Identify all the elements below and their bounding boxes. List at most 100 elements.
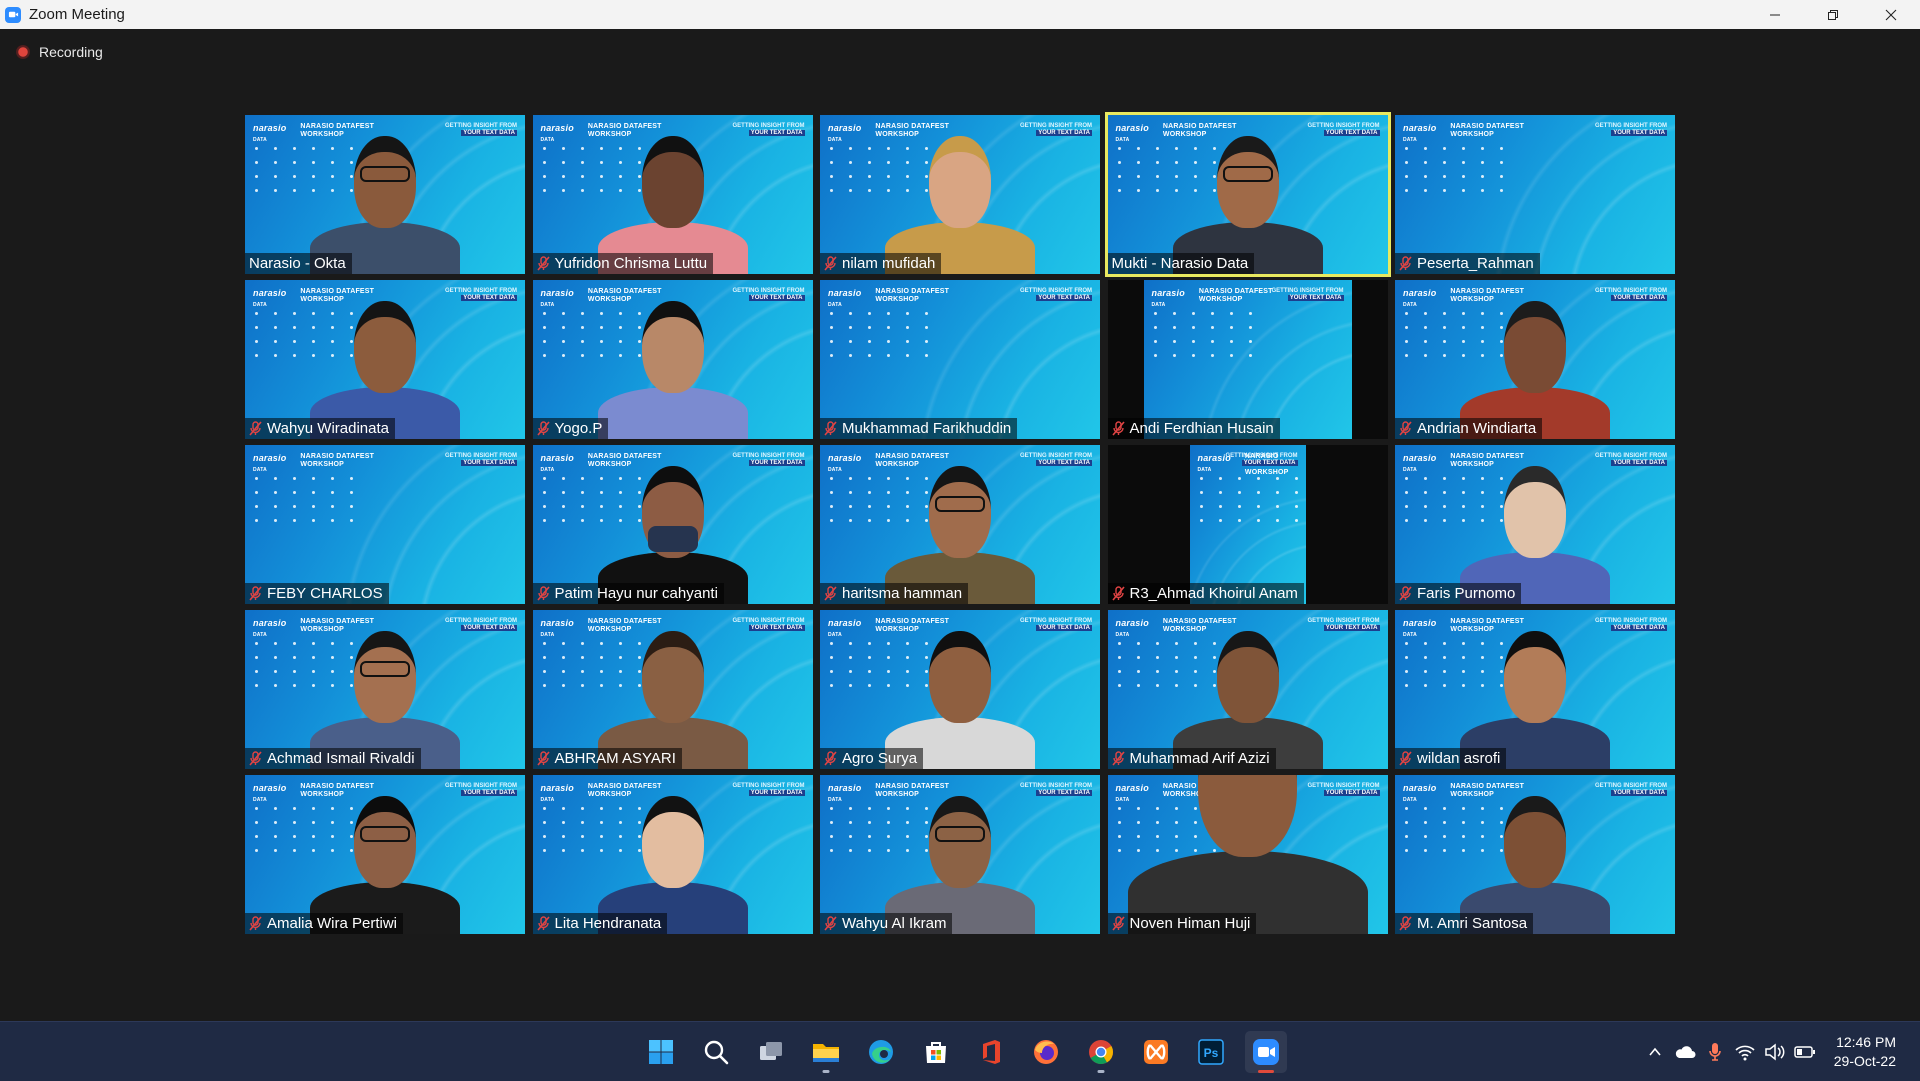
participant-tile[interactable]: narasioDATANARASIO DATAFESTWORKSHOPGETTI… <box>1395 610 1675 769</box>
event-tagline: GETTING INSIGHT FROM YOUR TEXT DATA <box>1225 453 1298 466</box>
xampp-button[interactable] <box>1135 1031 1177 1073</box>
muted-mic-icon <box>1111 751 1125 766</box>
virtual-background: narasioDATA NARASIO DATAFESTWORKSHOP GETTI… <box>245 445 525 604</box>
participant-tile[interactable]: narasioDATANARASIO DATAFESTWORKSHOPGETTI… <box>532 445 813 604</box>
file-explorer-button[interactable] <box>805 1031 847 1073</box>
participant-tile[interactable]: narasioDATANARASIO DATAFESTWORKSHOPGETTI… <box>820 610 1100 769</box>
microphone-button[interactable] <box>1700 1037 1730 1067</box>
narasio-logo: narasio DATA <box>253 123 287 143</box>
window-title: Zoom Meeting <box>29 6 125 23</box>
participant-tile[interactable]: narasioDATANARASIO DATAFESTWORKSHOPGETTI… <box>1395 445 1675 604</box>
participant-tile[interactable]: narasioDATANARASIO DATAFESTWORKSHOPGETTI… <box>1107 280 1388 439</box>
narasio-logo: narasio DATA <box>1151 288 1185 308</box>
restore-button[interactable] <box>1804 0 1862 29</box>
narasio-logo: narasio DATA <box>540 123 574 143</box>
recording-indicator[interactable]: Recording <box>16 44 103 60</box>
participant-tile[interactable]: narasioDATANARASIO DATAFESTWORKSHOPGETTI… <box>245 610 525 769</box>
event-tagline: GETTING INSIGHT FROM YOUR TEXT DATA <box>445 453 517 466</box>
search-button[interactable] <box>695 1031 737 1073</box>
event-title: NARASIO DATAFESTWORKSHOP <box>1450 123 1525 138</box>
narasio-logo: narasio DATA <box>1115 123 1149 143</box>
participant-tile[interactable]: narasioDATANARASIO DATAFESTWORKSHOPGETTI… <box>1104 112 1391 277</box>
photoshop-button[interactable]: Ps <box>1190 1031 1232 1073</box>
participant-tile[interactable]: narasioDATANARASIO DATAFESTWORKSHOPGETTI… <box>1107 775 1388 934</box>
participant-tile[interactable]: narasioDATANARASIO DATAFESTWORKSHOPGETTI… <box>245 115 525 274</box>
participant-tile[interactable]: narasioDATANARASIO DATAFESTWORKSHOP GETTI… <box>245 445 525 604</box>
muted-mic-icon <box>824 586 837 601</box>
close-button[interactable] <box>1862 0 1920 29</box>
participant-tile[interactable]: narasioDATANARASIO DATAFESTWORKSHOPGETTI… <box>245 280 525 439</box>
narasio-logo: narasio DATA <box>1115 618 1149 638</box>
chevron-up-icon <box>1649 1047 1661 1056</box>
firefox-button[interactable] <box>1025 1031 1067 1073</box>
background-branding: narasioDATA NARASIO DATAFESTWORKSHOP <box>828 288 949 308</box>
participant-tile[interactable]: narasioDATANARASIO DATAFESTWORKSHOPGETTI… <box>1107 610 1388 769</box>
glasses <box>935 826 985 842</box>
show-hidden-icons-button[interactable] <box>1640 1037 1670 1067</box>
muted-mic-icon <box>1111 421 1125 436</box>
participant-tile[interactable]: narasioDATANARASIO DATAFESTWORKSHOPGETTI… <box>820 115 1100 274</box>
xampp-icon <box>1144 1039 1168 1064</box>
start-button[interactable] <box>640 1031 682 1073</box>
participant-tile[interactable]: narasioDATANARASIO DATAFESTWORKSHOPGETTI… <box>245 775 525 934</box>
chrome-icon <box>1089 1039 1113 1064</box>
task-view-button[interactable] <box>750 1031 792 1073</box>
participant-name: Noven Himan Huji <box>1129 915 1251 932</box>
participant-tile[interactable]: narasioDATANARASIO DATAFESTWORKSHOPGETTI… <box>532 115 813 274</box>
participant-nametag: haritsma hamman <box>820 583 969 604</box>
participant-tile[interactable]: narasioDATANARASIO DATAFESTWORKSHOPGETTI… <box>820 280 1100 439</box>
event-tagline: GETTING INSIGHT FROM YOUR TEXT DATA <box>1020 618 1092 631</box>
face-mask <box>647 526 698 552</box>
network-button[interactable] <box>1730 1037 1760 1067</box>
participant-name: Narasio - Okta <box>249 255 346 272</box>
background-branding: narasioDATA NARASIO DATAFESTWORKSHOP <box>253 453 374 473</box>
onedrive-button[interactable] <box>1670 1037 1700 1067</box>
narasio-logo: narasio DATA <box>828 288 862 308</box>
event-tagline: GETTING INSIGHT FROM YOUR TEXT DATA <box>732 123 805 136</box>
edge-button[interactable] <box>860 1031 902 1073</box>
participant-tile[interactable]: narasioDATANARASIO DATAFESTWORKSHOPGETTI… <box>532 610 813 769</box>
microsoft-store-button[interactable] <box>915 1031 957 1073</box>
battery-button[interactable] <box>1790 1037 1820 1067</box>
event-tagline: GETTING INSIGHT FROM YOUR TEXT DATA <box>1595 618 1667 631</box>
muted-mic-icon <box>824 916 837 931</box>
participant-name: Patim Hayu nur cahyanti <box>554 585 718 602</box>
event-tagline: GETTING INSIGHT FROM YOUR TEXT DATA <box>445 783 517 796</box>
event-tagline: GETTING INSIGHT FROM YOUR TEXT DATA <box>1595 783 1667 796</box>
participant-tile[interactable]: narasioDATANARASIO DATAFESTWORKSHOPGETTI… <box>532 775 813 934</box>
zoom-button[interactable] <box>1245 1030 1287 1073</box>
participant-tile[interactable]: narasioDATANARASIO DATAFESTWORKSHOPGETTI… <box>820 445 1100 604</box>
muted-mic-icon <box>1399 421 1412 436</box>
glasses <box>360 166 410 182</box>
window-titlebar: Zoom Meeting <box>0 0 1920 29</box>
narasio-logo: narasio DATA <box>540 453 574 473</box>
firefox-icon <box>1034 1039 1058 1064</box>
participant-tile[interactable]: narasioDATANARASIO DATAFESTWORKSHOPGETTI… <box>820 775 1100 934</box>
minimize-button[interactable] <box>1746 0 1804 29</box>
event-tagline: GETTING INSIGHT FROM YOUR TEXT DATA <box>1020 783 1092 796</box>
event-tagline: GETTING INSIGHT FROM YOUR TEXT DATA <box>1020 123 1092 136</box>
recording-label: Recording <box>39 44 103 60</box>
event-tagline: GETTING INSIGHT FROM YOUR TEXT DATA <box>1271 288 1344 301</box>
participant-tile[interactable]: narasioDATANARASIO DATAFESTWORKSHOPGETTI… <box>1395 280 1675 439</box>
office-button[interactable] <box>970 1031 1012 1073</box>
participant-nametag: Lita Hendranata <box>532 913 668 934</box>
participant-tile[interactable]: narasioDATANARASIO DATAFESTWORKSHOPGETTI… <box>1395 115 1675 274</box>
event-tagline: GETTING INSIGHT FROM YOUR TEXT DATA <box>732 618 805 631</box>
participant-tile[interactable]: narasioDATANARASIO DATAFESTWORKSHOPGETTI… <box>1107 445 1388 604</box>
taskbar-clock[interactable]: 12:46 PM 29-Oct-22 <box>1834 1033 1896 1071</box>
narasio-logo: narasio DATA <box>828 783 862 803</box>
event-tagline: GETTING INSIGHT FROM YOUR TEXT DATA <box>732 783 805 796</box>
restore-icon <box>1828 9 1838 20</box>
minimize-icon <box>1770 14 1780 15</box>
microphone-icon <box>1708 1042 1721 1061</box>
muted-mic-icon <box>536 421 550 436</box>
glasses <box>935 496 985 512</box>
narasio-logo: narasio DATA <box>540 288 574 308</box>
participant-name: haritsma hamman <box>842 585 963 602</box>
office-icon <box>983 1039 1000 1064</box>
chrome-button[interactable] <box>1080 1031 1122 1073</box>
participant-tile[interactable]: narasioDATANARASIO DATAFESTWORKSHOPGETTI… <box>532 280 813 439</box>
volume-button[interactable] <box>1760 1037 1790 1067</box>
participant-tile[interactable]: narasioDATANARASIO DATAFESTWORKSHOPGETTI… <box>1395 775 1675 934</box>
